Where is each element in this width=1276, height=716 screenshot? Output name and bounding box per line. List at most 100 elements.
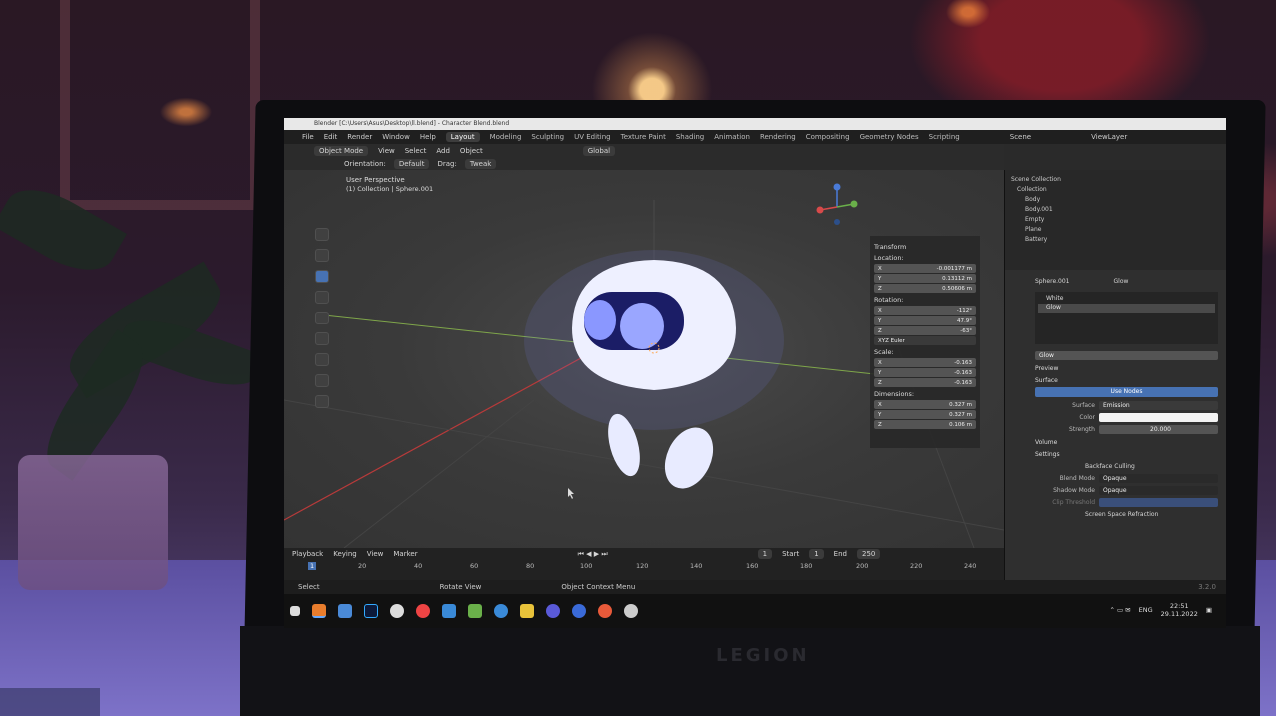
rotate-tool[interactable] (315, 290, 329, 304)
timeline-view-menu[interactable]: View (367, 550, 384, 558)
telegram-icon[interactable] (494, 604, 508, 618)
app-icon[interactable] (572, 604, 586, 618)
tab-texture-paint[interactable]: Texture Paint (621, 133, 666, 141)
menu-view[interactable]: View (378, 147, 395, 155)
settings-gear-icon[interactable] (624, 604, 638, 618)
shadow-mode-dropdown[interactable]: Opaque (1099, 485, 1218, 495)
material-slot-list[interactable]: White Glow (1035, 292, 1218, 344)
photoshop-icon[interactable] (364, 604, 378, 618)
windows-start-icon[interactable] (290, 606, 300, 616)
tray-icons[interactable]: ⌃ ▭ ✉ (1109, 606, 1130, 614)
rotation-mode-dropdown[interactable]: XYZ Euler (874, 336, 976, 345)
marker-menu[interactable]: Marker (393, 550, 417, 558)
clock[interactable]: 22:51 29.11.2022 (1161, 602, 1198, 618)
outliner-item-body-001[interactable]: Body.001 (1011, 204, 1220, 214)
tab-geometry-nodes[interactable]: Geometry Nodes (860, 133, 919, 141)
outliner-item-empty[interactable]: Empty (1011, 214, 1220, 224)
tab-sculpting[interactable]: Sculpting (531, 133, 564, 141)
chrome-icon[interactable] (416, 604, 430, 618)
file-manager-icon[interactable] (338, 604, 352, 618)
scale-z-field[interactable]: Z -0.163 (874, 378, 976, 387)
tab-scripting[interactable]: Scripting (929, 133, 960, 141)
tab-uv-editing[interactable]: UV Editing (574, 133, 611, 141)
outliner-item-plane[interactable]: Plane (1011, 224, 1220, 234)
tab-layout[interactable]: Layout (445, 132, 480, 142)
slot-white[interactable]: White (1038, 295, 1215, 304)
3d-viewport[interactable]: User Perspective (1) Collection | Sphere… (284, 170, 1004, 548)
annotate-tool[interactable] (315, 353, 329, 367)
start-frame-field[interactable]: 1 (809, 549, 824, 559)
tab-compositing[interactable]: Compositing (806, 133, 850, 141)
tab-rendering[interactable]: Rendering (760, 133, 796, 141)
playback-menu[interactable]: Playback (292, 550, 323, 558)
app-icon[interactable] (442, 604, 456, 618)
slot-glow[interactable]: Glow (1038, 304, 1215, 313)
surface-shader-field[interactable]: Emission (1099, 400, 1218, 410)
current-frame-field[interactable]: 1 (757, 549, 773, 559)
measure-tool[interactable] (315, 374, 329, 388)
outliner-item-body[interactable]: Body (1011, 194, 1220, 204)
select-box-tool[interactable] (315, 228, 329, 241)
view-layer-selector[interactable]: ViewLayer (1091, 133, 1127, 141)
rotation-z-field[interactable]: Z -63° (874, 326, 976, 335)
menu-select[interactable]: Select (405, 147, 427, 155)
app-icon[interactable] (598, 604, 612, 618)
backface-culling-checkbox[interactable]: Backface Culling (1035, 461, 1218, 471)
dimensions-z-field[interactable]: Z 0.106 m (874, 420, 976, 429)
keying-menu[interactable]: Keying (333, 550, 357, 558)
tab-animation[interactable]: Animation (714, 133, 750, 141)
scale-y-field[interactable]: Y -0.163 (874, 368, 976, 377)
location-y-field[interactable]: Y 0.13112 m (874, 274, 976, 283)
screen-space-refraction-checkbox[interactable]: Screen Space Refraction (1035, 509, 1218, 519)
scale-tool[interactable] (315, 311, 329, 325)
section-volume[interactable]: Volume (1035, 439, 1218, 446)
strength-field[interactable]: 20.000 (1099, 424, 1218, 434)
end-frame-field[interactable]: 250 (856, 549, 881, 559)
app-icon[interactable] (546, 604, 560, 618)
menu-file[interactable]: File (302, 133, 314, 141)
mode-selector[interactable]: Object Mode (314, 146, 369, 156)
location-x-field[interactable]: X -0.001177 m (874, 264, 976, 273)
location-z-field[interactable]: Z 0.50606 m (874, 284, 976, 293)
transform-tool[interactable] (315, 332, 329, 346)
section-preview[interactable]: Preview (1035, 365, 1218, 372)
drag-dropdown[interactable]: Tweak (464, 159, 497, 169)
notification-icon[interactable]: ▣ (1206, 606, 1212, 614)
app-icon[interactable] (390, 604, 404, 618)
material-name-field[interactable]: Glow (1035, 350, 1218, 360)
outliner-scene-collection[interactable]: Scene Collection (1011, 174, 1220, 184)
rotation-x-field[interactable]: X -112° (874, 306, 976, 315)
transform-orientation[interactable]: Global (582, 146, 616, 156)
frame-ruler[interactable]: 1 20 40 60 80 100 120 140 160 180 200 22… (284, 560, 1004, 572)
color-swatch[interactable] (1099, 412, 1218, 422)
use-nodes-button[interactable]: Use Nodes (1035, 387, 1218, 397)
tab-modeling[interactable]: Modeling (490, 133, 522, 141)
scene-selector[interactable]: Scene (1010, 133, 1031, 141)
section-settings[interactable]: Settings (1035, 451, 1218, 458)
language-indicator[interactable]: ENG (1139, 606, 1153, 614)
navigation-gizmo[interactable] (812, 182, 862, 232)
folder-icon[interactable] (520, 604, 534, 618)
menu-object[interactable]: Object (460, 147, 483, 155)
outliner-item-collection[interactable]: Collection (1011, 184, 1220, 194)
menu-add[interactable]: Add (436, 147, 450, 155)
orientation-dropdown[interactable]: Default (393, 159, 430, 169)
blend-mode-dropdown[interactable]: Opaque (1099, 473, 1218, 483)
clip-threshold-field[interactable] (1099, 497, 1218, 507)
playback-controls[interactable]: ⏮ ◀ ▶ ⏭ (578, 550, 608, 559)
cursor-tool[interactable] (315, 248, 329, 262)
blender-icon[interactable] (312, 604, 326, 618)
rotation-y-field[interactable]: Y 47.9° (874, 316, 976, 325)
move-tool[interactable] (315, 269, 329, 283)
tab-shading[interactable]: Shading (676, 133, 704, 141)
app-icon[interactable] (468, 604, 482, 618)
menu-window[interactable]: Window (382, 133, 410, 141)
outliner-item-battery[interactable]: Battery (1011, 234, 1220, 244)
dimensions-x-field[interactable]: X 0.327 m (874, 400, 976, 409)
menu-render[interactable]: Render (347, 133, 372, 141)
section-surface[interactable]: Surface (1035, 377, 1218, 384)
menu-help[interactable]: Help (420, 133, 436, 141)
scale-x-field[interactable]: X -0.163 (874, 358, 976, 367)
dimensions-y-field[interactable]: Y 0.327 m (874, 410, 976, 419)
add-cube-tool[interactable] (315, 395, 329, 409)
